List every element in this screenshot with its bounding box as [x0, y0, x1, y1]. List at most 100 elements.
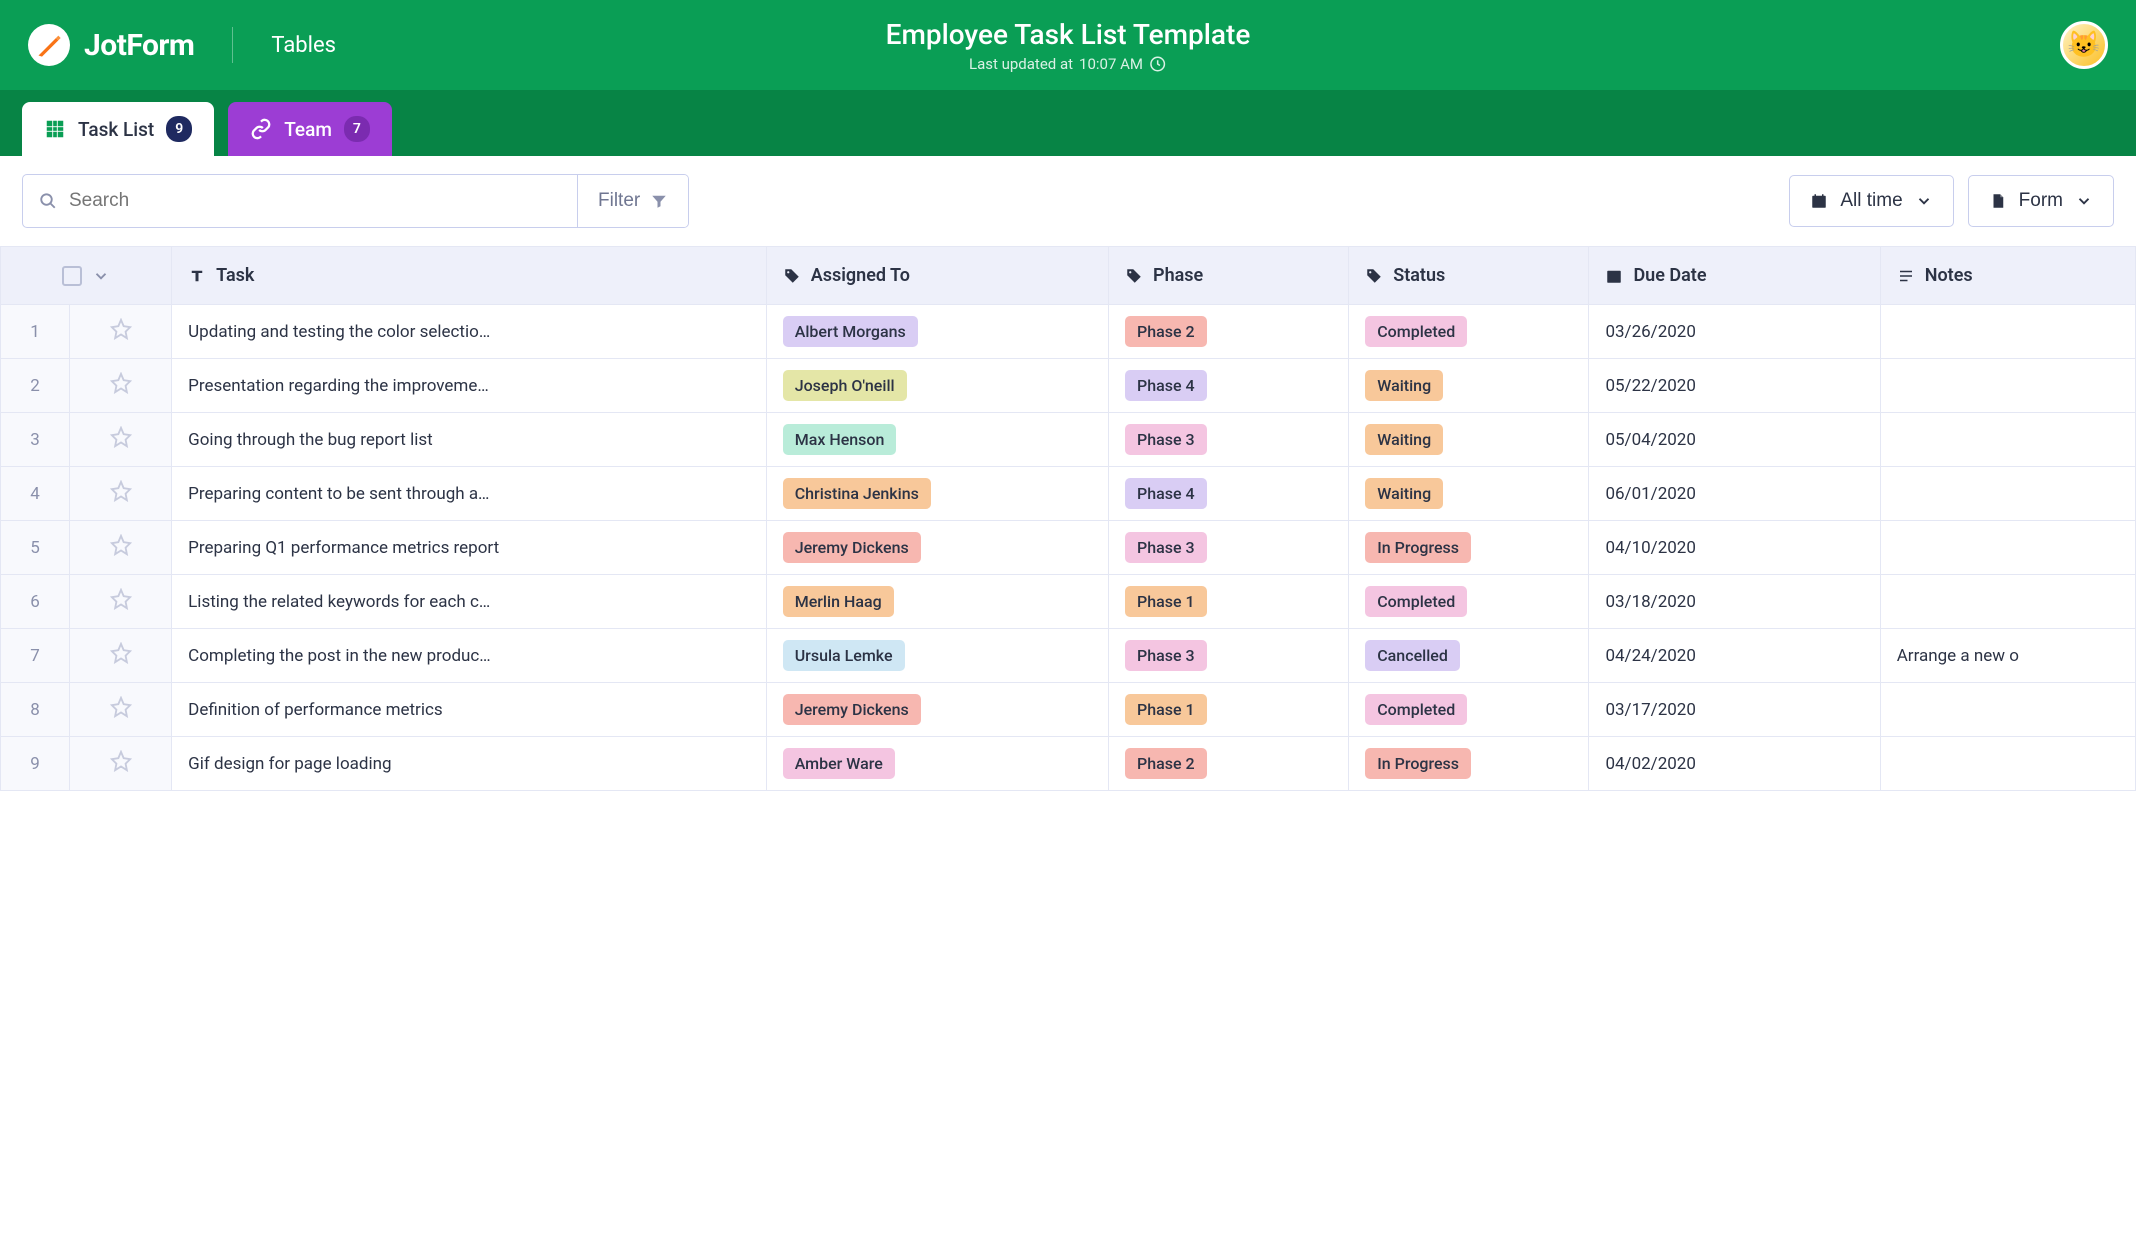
- cell-assignee[interactable]: Jeremy Dickens: [766, 683, 1108, 737]
- section-name[interactable]: Tables: [271, 33, 336, 58]
- cell-status[interactable]: Waiting: [1349, 359, 1589, 413]
- cell-assignee[interactable]: Christina Jenkins: [766, 467, 1108, 521]
- table-row[interactable]: 1Updating and testing the color selectio…: [1, 305, 2136, 359]
- row-index: 8: [1, 683, 70, 737]
- cell-phase[interactable]: Phase 3: [1109, 629, 1349, 683]
- cell-phase[interactable]: Phase 2: [1109, 305, 1349, 359]
- cell-notes[interactable]: [1880, 467, 2135, 521]
- cell-assignee[interactable]: Joseph O'neill: [766, 359, 1108, 413]
- star-button[interactable]: [70, 359, 172, 413]
- cell-task[interactable]: Gif design for page loading: [172, 737, 767, 791]
- cell-notes[interactable]: Arrange a new o: [1880, 629, 2135, 683]
- form-label: Form: [2019, 190, 2063, 212]
- cell-assignee[interactable]: Merlin Haag: [766, 575, 1108, 629]
- tab-team[interactable]: Team 7: [228, 102, 392, 156]
- cell-status[interactable]: Waiting: [1349, 467, 1589, 521]
- search-icon: [39, 192, 57, 210]
- header-task[interactable]: Task: [172, 247, 767, 305]
- filter-button[interactable]: Filter: [577, 175, 688, 227]
- user-avatar[interactable]: 😺: [2060, 21, 2108, 69]
- cell-status[interactable]: Completed: [1349, 575, 1589, 629]
- header-phase[interactable]: Phase: [1109, 247, 1349, 305]
- cell-due-date[interactable]: 04/02/2020: [1589, 737, 1880, 791]
- clock-icon: [1149, 55, 1167, 73]
- cell-notes[interactable]: [1880, 683, 2135, 737]
- star-button[interactable]: [70, 305, 172, 359]
- cell-notes[interactable]: [1880, 305, 2135, 359]
- cell-due-date[interactable]: 04/24/2020: [1589, 629, 1880, 683]
- star-button[interactable]: [70, 575, 172, 629]
- cell-due-date[interactable]: 03/26/2020: [1589, 305, 1880, 359]
- chevron-down-icon[interactable]: [92, 267, 110, 285]
- cell-phase[interactable]: Phase 3: [1109, 413, 1349, 467]
- cell-notes[interactable]: [1880, 413, 2135, 467]
- star-button[interactable]: [70, 413, 172, 467]
- star-button[interactable]: [70, 737, 172, 791]
- cell-phase[interactable]: Phase 1: [1109, 575, 1349, 629]
- cell-status[interactable]: In Progress: [1349, 521, 1589, 575]
- cell-notes[interactable]: [1880, 737, 2135, 791]
- cell-assignee[interactable]: Jeremy Dickens: [766, 521, 1108, 575]
- cell-task[interactable]: Updating and testing the color selectio…: [172, 305, 767, 359]
- search-box[interactable]: [23, 175, 577, 227]
- cell-due-date[interactable]: 06/01/2020: [1589, 467, 1880, 521]
- cell-due-date[interactable]: 03/18/2020: [1589, 575, 1880, 629]
- cell-assignee[interactable]: Amber Ware: [766, 737, 1108, 791]
- cell-task[interactable]: Listing the related keywords for each c…: [172, 575, 767, 629]
- cell-phase[interactable]: Phase 2: [1109, 737, 1349, 791]
- cell-due-date[interactable]: 03/17/2020: [1589, 683, 1880, 737]
- page-title[interactable]: Employee Task List Template: [886, 18, 1251, 51]
- table-row[interactable]: 6Listing the related keywords for each c…: [1, 575, 2136, 629]
- cell-task[interactable]: Preparing Q1 performance metrics report: [172, 521, 767, 575]
- cell-phase[interactable]: Phase 4: [1109, 359, 1349, 413]
- select-all-checkbox[interactable]: [62, 266, 82, 286]
- tab-task-list[interactable]: Task List 9: [22, 102, 214, 156]
- search-input[interactable]: [69, 190, 561, 212]
- table-row[interactable]: 9Gif design for page loadingAmber WarePh…: [1, 737, 2136, 791]
- cell-assignee[interactable]: Max Henson: [766, 413, 1108, 467]
- cell-notes[interactable]: [1880, 359, 2135, 413]
- row-index: 3: [1, 413, 70, 467]
- star-button[interactable]: [70, 521, 172, 575]
- cell-task[interactable]: Definition of performance metrics: [172, 683, 767, 737]
- header-title-group: Employee Task List Template Last updated…: [886, 18, 1251, 73]
- cell-task[interactable]: Going through the bug report list: [172, 413, 767, 467]
- cell-status[interactable]: Completed: [1349, 683, 1589, 737]
- star-button[interactable]: [70, 683, 172, 737]
- tab-count-badge: 7: [344, 116, 370, 142]
- cell-due-date[interactable]: 04/10/2020: [1589, 521, 1880, 575]
- table-row[interactable]: 2Presentation regarding the improveme…Jo…: [1, 359, 2136, 413]
- cell-phase[interactable]: Phase 1: [1109, 683, 1349, 737]
- cell-status[interactable]: Waiting: [1349, 413, 1589, 467]
- cell-phase[interactable]: Phase 4: [1109, 467, 1349, 521]
- cell-task[interactable]: Preparing content to be sent through a…: [172, 467, 767, 521]
- table-row[interactable]: 5Preparing Q1 performance metrics report…: [1, 521, 2136, 575]
- table-row[interactable]: 4Preparing content to be sent through a……: [1, 467, 2136, 521]
- cell-assignee[interactable]: Albert Morgans: [766, 305, 1108, 359]
- cell-phase[interactable]: Phase 3: [1109, 521, 1349, 575]
- last-updated-time: 10:07 AM: [1079, 55, 1143, 73]
- cell-notes[interactable]: [1880, 575, 2135, 629]
- table-row[interactable]: 3 Going through the bug report listMax He…: [1, 413, 2136, 467]
- star-button[interactable]: [70, 629, 172, 683]
- header-notes[interactable]: Notes: [1880, 247, 2135, 305]
- table-row[interactable]: 8 Definition of performance metricsJeremy…: [1, 683, 2136, 737]
- cell-status[interactable]: In Progress: [1349, 737, 1589, 791]
- header-due-date[interactable]: Due Date: [1589, 247, 1880, 305]
- header-assigned[interactable]: Assigned To: [766, 247, 1108, 305]
- cell-status[interactable]: Cancelled: [1349, 629, 1589, 683]
- cell-notes[interactable]: [1880, 521, 2135, 575]
- form-button[interactable]: Form: [1968, 175, 2114, 227]
- timerange-button[interactable]: All time: [1789, 175, 1953, 227]
- header-status[interactable]: Status: [1349, 247, 1589, 305]
- cell-due-date[interactable]: 05/04/2020: [1589, 413, 1880, 467]
- cell-status[interactable]: Completed: [1349, 305, 1589, 359]
- star-button[interactable]: [70, 467, 172, 521]
- brand-logo-icon: [28, 24, 70, 66]
- brand-name: JotForm: [84, 28, 194, 63]
- cell-task[interactable]: Presentation regarding the improveme…: [172, 359, 767, 413]
- cell-assignee[interactable]: Ursula Lemke: [766, 629, 1108, 683]
- cell-task[interactable]: Completing the post in the new produc…: [172, 629, 767, 683]
- cell-due-date[interactable]: 05/22/2020: [1589, 359, 1880, 413]
- table-row[interactable]: 7Completing the post in the new produc…U…: [1, 629, 2136, 683]
